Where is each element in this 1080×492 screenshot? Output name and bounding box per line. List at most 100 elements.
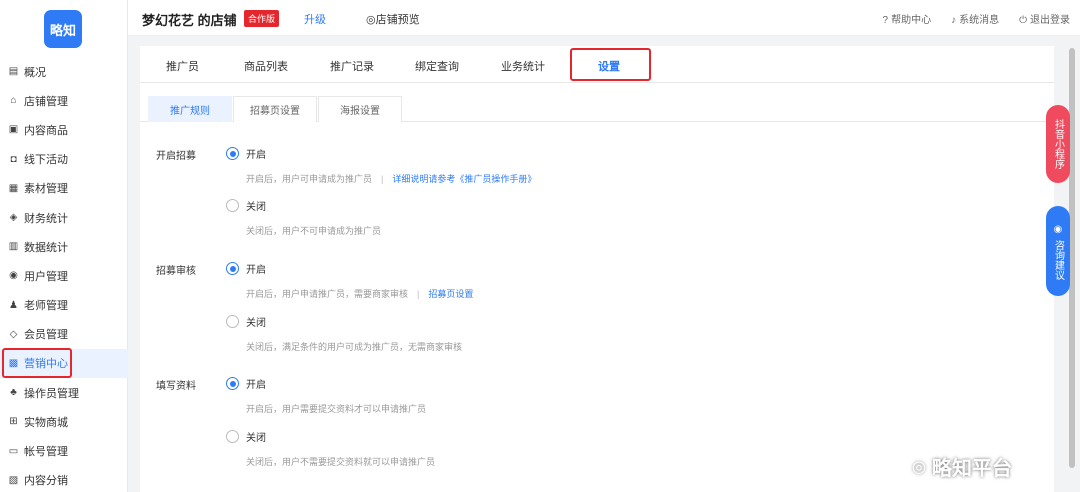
sidebar-item-material[interactable]: ▦ 素材管理 — [0, 174, 128, 203]
material-icon: ▦ — [8, 182, 19, 194]
subtab-poster[interactable]: 海报设置 — [318, 96, 402, 122]
radio-checked[interactable] — [226, 262, 239, 275]
sidebar-item-shop[interactable]: ⌂ 店铺管理 — [0, 86, 128, 115]
option-label: 关闭 — [246, 318, 266, 329]
shop-preview-link[interactable]: ◎店铺预览 — [366, 11, 420, 27]
radio-checked[interactable] — [226, 147, 239, 160]
sidebar-item-members[interactable]: ◇ 会员管理 — [0, 320, 128, 349]
member-icon: ◇ — [9, 328, 18, 340]
radio-unchecked[interactable] — [226, 315, 239, 328]
sidebar-item-distribution[interactable]: ▧ 内容分销 — [0, 466, 128, 492]
profile-off-option[interactable]: 关闭 — [226, 429, 266, 444]
tab-records[interactable]: 推广记录 — [330, 58, 374, 74]
review-on-hint: 开启后，用户申请推广员，需要商家审核 | 招募页设置 — [246, 287, 473, 300]
help-center-link[interactable]: ? 帮助中心 — [883, 11, 932, 26]
sidebar-item-label: 素材管理 — [24, 183, 68, 196]
profile-on-option[interactable]: 开启 — [226, 376, 266, 391]
sidebar-nav: ▤ 概况 ⌂ 店铺管理 ▣ 内容商品 ◘ 线下活动 ▦ 素材管理 ◈ 财务统计 ▥ 数据统计 … — [0, 57, 128, 492]
radio-unchecked[interactable] — [226, 199, 239, 212]
subtab-rules[interactable]: 推广规则 — [148, 96, 232, 122]
radio-checked[interactable] — [226, 377, 239, 390]
top-right-links: ? 帮助中心 ♪ 系统消息 ⏻ 退出登录 — [883, 11, 1070, 26]
sidebar-item-content[interactable]: ▣ 内容商品 — [0, 115, 128, 144]
teacher-icon: ♟ — [9, 299, 18, 311]
help-icon: ? — [882, 15, 889, 26]
content-icon: ▣ — [8, 124, 19, 136]
option-label: 关闭 — [246, 433, 266, 444]
sidebar-item-marketing[interactable]: ▩ 营销中心 — [0, 348, 128, 379]
sidebar-item-overview[interactable]: ▤ 概况 — [0, 57, 128, 86]
sidebar-item-label: 会员管理 — [24, 329, 68, 342]
marketing-icon: ▩ — [8, 357, 19, 369]
main-card: 推广员 商品列表 推广记录 绑定查询 业务统计 设置 推广规则 招募页设置 海报… — [140, 46, 1054, 492]
messages-label: 系统消息 — [959, 15, 1000, 26]
manual-link[interactable]: 详细说明请参考《推广员操作手册》 — [392, 174, 536, 184]
sidebar-item-users[interactable]: ◉ 用户管理 — [0, 261, 128, 290]
upgrade-link[interactable]: 升级 — [304, 11, 326, 27]
chat-icon: ◉ — [1053, 223, 1063, 235]
sidebar-item-label: 用户管理 — [24, 270, 68, 283]
tab-binding[interactable]: 绑定查询 — [415, 58, 459, 74]
review-off-option[interactable]: 关闭 — [226, 314, 266, 329]
tab-products[interactable]: 商品列表 — [244, 58, 288, 74]
review-label: 招募审核 — [156, 266, 196, 277]
tab-settings[interactable]: 设置 — [598, 58, 620, 74]
option-label: 开启 — [246, 150, 266, 161]
tab-stats[interactable]: 业务统计 — [501, 58, 545, 74]
recruit-page-link[interactable]: 招募页设置 — [428, 289, 473, 299]
sidebar-item-label: 财务统计 — [24, 212, 68, 225]
main-tabs: 推广员 商品列表 推广记录 绑定查询 业务统计 设置 — [140, 46, 1054, 83]
bell-icon: ♪ — [951, 15, 957, 26]
distribution-icon: ▧ — [8, 474, 19, 486]
profile-off-hint: 关闭后，用户不需要提交资料就可以申请推广员 — [246, 457, 436, 467]
sidebar-item-label: 操作员管理 — [24, 387, 79, 400]
operator-icon: ♣ — [10, 387, 17, 399]
sidebar-item-store[interactable]: ⊞ 实物商城 — [0, 407, 128, 436]
messages-link[interactable]: ♪ 系统消息 — [951, 11, 999, 26]
feedback-button[interactable]: ◉ 咨询建议 — [1046, 206, 1070, 296]
radio-unchecked[interactable] — [226, 430, 239, 443]
recruit-off-hint: 关闭后，用户不可申请成为推广员 — [246, 226, 382, 236]
sidebar-item-account[interactable]: ▭ 帐号管理 — [0, 436, 128, 465]
review-on-option[interactable]: 开启 — [226, 261, 266, 276]
preview-icon: ◎ — [366, 14, 376, 26]
sidebar-item-label: 帐号管理 — [24, 446, 68, 459]
logout-label: 退出登录 — [1030, 15, 1070, 26]
option-label: 开启 — [246, 265, 266, 276]
offline-icon: ◘ — [10, 153, 17, 165]
hint-text: 开启后，用户可申请成为推广员 — [246, 174, 373, 184]
profile-on-hint: 开启后，用户需要提交资料才可以申请推广员 — [246, 404, 427, 414]
sidebar-item-data[interactable]: ▥ 数据统计 — [0, 232, 128, 261]
top-bar: 梦幻花艺 的店铺 合作版 升级 ◎店铺预览 ? 帮助中心 ♪ 系统消息 ⏻ 退出登录 — [128, 0, 1080, 36]
recruit-off-option[interactable]: 关闭 — [226, 198, 266, 213]
sidebar-item-label: 实物商城 — [24, 416, 68, 429]
sidebar-item-finance[interactable]: ◈ 财务统计 — [0, 203, 128, 232]
watermark: ◎ 略知平台 — [912, 452, 1012, 481]
sidebar-item-operators[interactable]: ♣ 操作员管理 — [0, 378, 128, 407]
edition-badge: 合作版 — [244, 10, 280, 27]
watermark-text: 略知平台 — [931, 458, 1012, 480]
sidebar-item-offline[interactable]: ◘ 线下活动 — [0, 145, 128, 174]
subtab-recruit-page[interactable]: 招募页设置 — [233, 96, 317, 122]
weibo-icon: ◎ — [912, 458, 926, 476]
hint-text: 开启后，用户申请推广员，需要商家审核 — [246, 289, 409, 299]
sidebar-item-label: 营销中心 — [24, 358, 68, 371]
account-icon: ▭ — [8, 445, 19, 457]
shop-name: 梦幻花艺 的店铺 — [142, 13, 237, 28]
logo[interactable]: 略知 — [44, 10, 82, 48]
help-label: 帮助中心 — [891, 15, 932, 26]
douyin-miniapp-button[interactable]: 抖音小程序 — [1046, 105, 1070, 183]
tab-promoters[interactable]: 推广员 — [166, 58, 199, 74]
review-off-hint: 关闭后，满足条件的用户可成为推广员，无需商家审核 — [246, 342, 463, 352]
logout-icon: ⏻ — [1019, 15, 1027, 26]
option-label: 开启 — [246, 380, 266, 391]
shop-icon: ⌂ — [10, 95, 17, 107]
sidebar: 略知 ▤ 概况 ⌂ 店铺管理 ▣ 内容商品 ◘ 线下活动 ▦ 素材管理 ◈ 财务统计 ▥ 数据… — [0, 0, 128, 492]
sidebar-item-teachers[interactable]: ♟ 老师管理 — [0, 291, 128, 320]
separator: | — [417, 289, 420, 299]
chart-icon: ▥ — [8, 241, 19, 253]
user-icon: ◉ — [9, 270, 18, 282]
cart-icon: ⊞ — [9, 416, 18, 428]
recruit-on-option[interactable]: 开启 — [226, 146, 266, 161]
logout-link[interactable]: ⏻ 退出登录 — [1019, 11, 1070, 26]
